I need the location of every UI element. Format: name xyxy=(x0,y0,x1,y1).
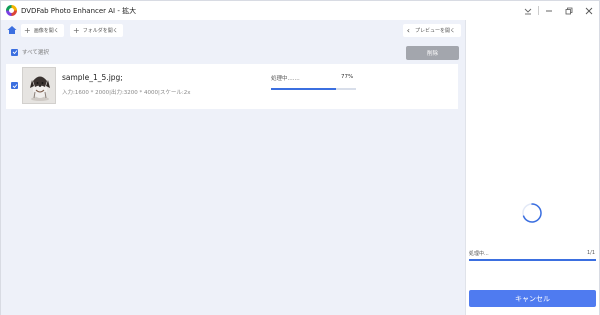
open-preview-button[interactable]: ‹ プレビューを開く xyxy=(402,24,461,37)
delete-button[interactable]: 削除 xyxy=(406,46,459,60)
file-resolution-info: 入力:1600 * 2000|出力:3200 * 4000|スケール:2x xyxy=(62,90,191,96)
progress-panel: 処理中... 1/1 キャンセル xyxy=(465,20,599,315)
item-status: 処理中....... xyxy=(271,76,300,82)
image-thumbnail xyxy=(22,67,56,104)
preview-label: プレビューを開く xyxy=(414,28,455,34)
loading-spinner-icon xyxy=(521,202,543,224)
item-percent: 77% xyxy=(341,74,354,80)
item-checkbox[interactable] xyxy=(11,82,18,89)
add-image-button[interactable]: + 画像を開く xyxy=(21,24,64,37)
cancel-button[interactable]: キャンセル xyxy=(469,290,596,307)
window-controls xyxy=(518,1,599,20)
list-item[interactable]: sample_1_5.jpg; 入力:1600 * 2000|出力:3200 *… xyxy=(6,64,458,109)
plus-icon: + xyxy=(24,25,31,35)
restore-icon[interactable] xyxy=(559,1,579,20)
select-all-label: すべて選択 xyxy=(22,50,49,56)
app-window: DVDFab Photo Enhancer AI - 拡大 + 画像を開く + … xyxy=(0,0,600,315)
overall-progress-bar xyxy=(469,259,596,261)
overall-count: 1/1 xyxy=(586,250,595,256)
add-folder-button[interactable]: + フォルダを開く xyxy=(70,24,123,37)
overall-status: 処理中... xyxy=(469,251,489,257)
item-progress-bar xyxy=(271,88,356,90)
toolbar: + 画像を開く + フォルダを開く ‹ プレビューを開く xyxy=(1,20,465,42)
file-name: sample_1_5.jpg; xyxy=(62,73,123,82)
task-list-panel: + 画像を開く + フォルダを開く ‹ プレビューを開く すべて選択 削除 sa… xyxy=(1,20,465,315)
window-title: DVDFab Photo Enhancer AI - 拡大 xyxy=(21,6,137,15)
overall-progress-fill xyxy=(469,259,596,261)
add-folder-label: フォルダを開く xyxy=(82,28,118,34)
title-bar: DVDFab Photo Enhancer AI - 拡大 xyxy=(1,1,599,20)
add-image-label: 画像を開く xyxy=(33,28,59,34)
home-icon[interactable] xyxy=(7,25,17,35)
app-logo-icon xyxy=(6,5,17,16)
close-icon[interactable] xyxy=(579,1,599,20)
plus-icon: + xyxy=(73,25,80,35)
chevron-left-icon: ‹ xyxy=(406,26,410,35)
select-all[interactable]: すべて選択 xyxy=(11,48,49,56)
dropdown-menu-icon[interactable] xyxy=(518,1,538,20)
select-all-checkbox[interactable] xyxy=(11,48,18,56)
item-progress-fill xyxy=(271,88,337,90)
minimize-icon[interactable] xyxy=(539,1,559,20)
